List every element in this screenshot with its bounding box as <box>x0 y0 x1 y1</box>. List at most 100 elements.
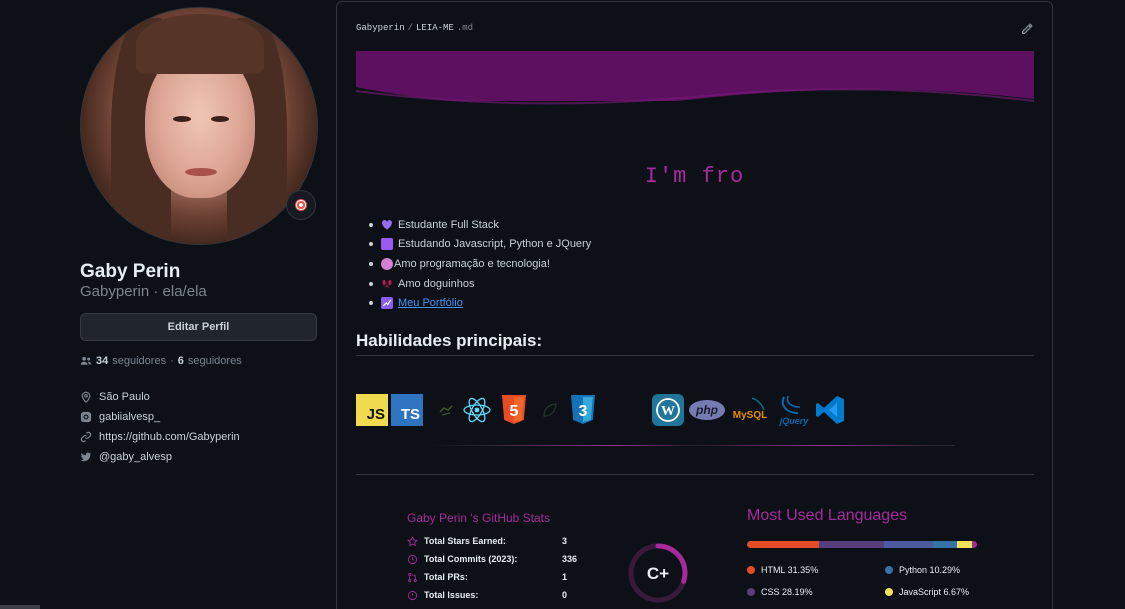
followers-count[interactable]: 34 <box>96 355 108 367</box>
language-bar-segment <box>972 541 977 548</box>
jquery-icon: jQuery <box>776 394 812 426</box>
readme-file-link[interactable]: LEIA-ME <box>416 23 454 33</box>
instagram-link[interactable]: gabiialvesp_ <box>99 411 160 423</box>
instagram-icon <box>80 411 92 423</box>
pull-request-icon <box>407 572 418 583</box>
website-link[interactable]: https://github.com/Gabyperin <box>99 431 240 443</box>
website-item[interactable]: https://github.com/Gabyperin <box>80 427 240 447</box>
brain-icon <box>381 257 393 270</box>
php-icon: php <box>688 394 726 426</box>
stat-value: 1 <box>562 572 568 582</box>
language-dot <box>747 588 755 596</box>
language-item: HTML 31.35% <box>747 565 818 575</box>
list-item: Amo programação e tecnologia! <box>368 254 591 274</box>
portfolio-link[interactable]: Meu Portfólio <box>398 297 463 309</box>
stat-row: Total Issues: 0 <box>407 586 567 604</box>
skills-underline <box>433 445 955 446</box>
edit-profile-button[interactable]: Editar Perfil <box>80 313 317 341</box>
bullet-text-4: Amo doguinhos <box>398 277 475 290</box>
languages-bar <box>747 541 977 548</box>
language-item: CSS 28.19% <box>747 587 813 597</box>
readme-panel: Gabyperin / LEIA-ME .md I'm fro Estudante F… <box>336 1 1053 609</box>
profile-name: Gaby Perin <box>80 261 181 282</box>
grade-text: C+ <box>647 564 669 583</box>
list-item: Estudante Full Stack <box>368 215 591 235</box>
status-emoji-button[interactable] <box>286 190 316 220</box>
repo-owner-link[interactable]: Gabyperin <box>356 23 405 33</box>
issue-icon <box>407 590 418 601</box>
edit-pencil-icon[interactable] <box>1020 22 1034 36</box>
svg-text:MySQL: MySQL <box>733 410 767 421</box>
bullet-text-3: Amo programação e tecnologia! <box>394 257 550 270</box>
stat-row: Total Stars Earned: 3 <box>407 532 567 550</box>
file-extension: .md <box>456 23 474 33</box>
stats-title: Gaby Perin 's GitHub Stats <box>407 511 551 525</box>
svg-text:php: php <box>695 403 718 417</box>
language-bar-segment <box>747 541 820 548</box>
horizontal-scrollbar[interactable] <box>0 605 40 609</box>
location-text: São Paulo <box>99 391 150 403</box>
chart-icon <box>381 297 393 310</box>
github-stats-card: Gaby Perin 's GitHub Stats Total Stars E… <box>387 495 699 609</box>
react-icon <box>461 394 493 426</box>
typescript-icon: TS <box>391 394 423 426</box>
list-item: Amo doguinhos <box>368 274 591 294</box>
follow-stats: 34 seguidores · 6 seguidores <box>80 355 242 367</box>
most-used-languages-card: Most Used Languages HTML 31.35% CSS 28.1… <box>737 495 997 609</box>
twitter-item[interactable]: @gaby_alvesp <box>80 447 240 467</box>
separator-dot: · <box>170 355 174 367</box>
stat-label: Total PRs: <box>424 572 468 582</box>
svg-text:W: W <box>661 404 675 419</box>
header-wave-banner <box>356 51 1034 109</box>
stat-label: Total Issues: <box>424 590 479 600</box>
dart-icon <box>295 199 307 211</box>
following-label[interactable]: seguidores <box>188 355 242 367</box>
profile-details: São Paulo gabiialvesp_ https://github.co… <box>80 387 240 467</box>
avatar-container <box>80 7 318 245</box>
mysql-icon: MySQL <box>730 394 772 426</box>
typing-svg-text: I'm fro <box>644 164 745 189</box>
section-divider <box>356 474 1034 475</box>
css3-icon: 3 <box>567 394 599 426</box>
html5-icon: 5 <box>498 394 530 426</box>
language-bar-segment <box>819 541 884 548</box>
followers-label[interactable]: seguidores <box>112 355 166 367</box>
grade-ring: C+ <box>628 543 688 603</box>
nodejs-leaf-icon <box>534 394 566 426</box>
list-item: Estudando Javascript, Python e JQuery <box>368 235 592 255</box>
purple-heart-icon <box>381 219 393 231</box>
svg-text:5: 5 <box>510 403 519 420</box>
people-icon <box>80 355 92 367</box>
language-bar-segment <box>933 541 958 548</box>
svg-text:jQuery: jQuery <box>779 416 810 426</box>
language-dot <box>747 566 755 574</box>
purple-square-icon <box>381 238 393 251</box>
location-icon <box>80 391 92 403</box>
language-bar-segment <box>883 541 934 548</box>
link-icon <box>80 431 92 443</box>
stat-label: Total Stars Earned: <box>424 536 506 546</box>
list-item: Meu Portfólio <box>368 293 591 313</box>
svg-text:3: 3 <box>579 403 588 420</box>
vscode-icon <box>814 394 846 426</box>
nodejs-icon <box>430 394 462 426</box>
following-count[interactable]: 6 <box>178 355 184 367</box>
about-list: Estudante Full Stack Estudando Javascrip… <box>368 215 592 313</box>
twitter-link[interactable]: @gaby_alvesp <box>99 451 172 463</box>
history-icon <box>407 554 418 565</box>
wordpress-icon: W <box>652 394 684 426</box>
stat-value: 0 <box>562 590 568 600</box>
avatar[interactable] <box>80 7 318 245</box>
bullet-text-1: Estudante Full Stack <box>398 218 499 231</box>
stat-row: Total Commits (2023): 336 <box>407 550 577 568</box>
instagram-item[interactable]: gabiialvesp_ <box>80 407 240 427</box>
language-item: Python 10.29% <box>885 565 960 575</box>
readme-breadcrumb: Gabyperin / LEIA-ME .md <box>356 23 474 33</box>
language-dot <box>885 588 893 596</box>
twitter-icon <box>80 451 92 463</box>
javascript-icon: JS <box>356 394 388 426</box>
location-item: São Paulo <box>80 387 240 407</box>
dog-icon <box>381 278 393 290</box>
profile-login-pronouns: Gabyperin · ela/ela <box>80 283 207 300</box>
bullet-text-2: Estudando Javascript, Python e JQuery <box>398 238 592 251</box>
